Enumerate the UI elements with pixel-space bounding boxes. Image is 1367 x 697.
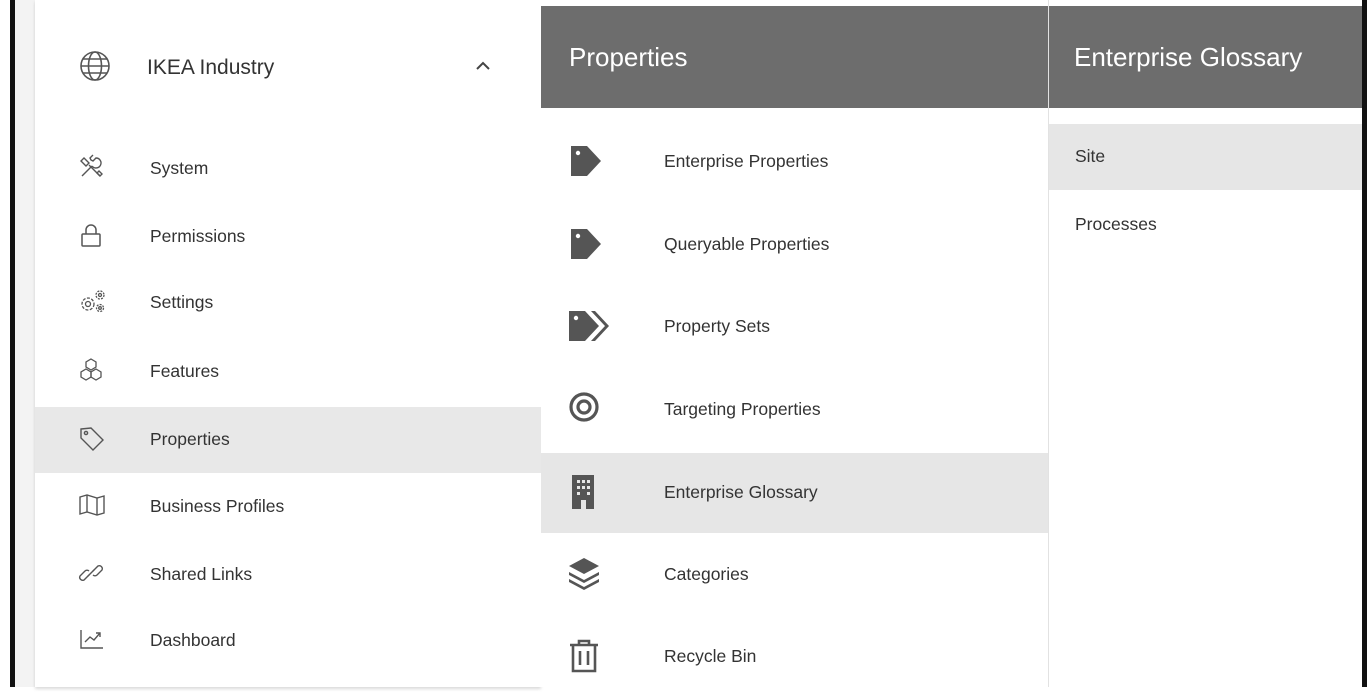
sidebar-item-label: Permissions [150,226,246,246]
chevron-up-icon[interactable] [473,58,493,77]
menu-item-label: Enterprise Properties [664,151,829,171]
menu-item-enterprise-glossary[interactable]: Enterprise Glossary [541,453,1048,533]
sidebar-item-label: System [150,158,209,178]
left-nav: IKEA Industry System Permissions Setting… [35,0,541,687]
tag-icon [567,142,605,180]
target-icon [567,390,605,428]
sidebar-item-label: Properties [150,429,230,449]
trash-icon [567,637,605,675]
glossary-item-site[interactable]: Site [1049,124,1367,190]
sidebar-item-label: Features [150,361,220,381]
menu-item-label: Property Sets [664,316,771,336]
tools-icon [78,154,104,180]
tag-outline-icon [78,425,104,451]
lock-icon [78,222,104,248]
trend-chart-icon [78,626,104,652]
sidebar-item-properties[interactable]: Properties [35,407,541,473]
menu-item-label: Queryable Properties [664,234,830,254]
window-border [1362,0,1367,687]
sidebar-item-label: Settings [150,292,214,312]
glossary-item-processes[interactable]: Processes [1049,190,1367,256]
menu-item-label: Targeting Properties [664,399,821,419]
window-gutter [15,0,35,687]
sidebar-item-business-profiles[interactable]: Business Profiles [35,474,541,540]
glossary-item-label: Site [1075,146,1106,166]
sidebar-item-label: Shared Links [150,564,253,584]
menu-item-label: Categories [664,564,749,584]
building-icon [567,473,605,511]
menu-item-categories[interactable]: Categories [541,535,1048,615]
sidebar-item-settings[interactable]: Settings [35,270,541,336]
window-left-margin [0,0,35,687]
sidebar-item-label: Dashboard [150,630,236,650]
menu-item-label: Enterprise Glossary [664,482,818,502]
gears-icon [78,288,105,314]
panel-title: Enterprise Glossary [1074,42,1303,72]
sidebar-item-system[interactable]: System [35,136,541,202]
menu-item-targeting-properties[interactable]: Targeting Properties [541,370,1048,450]
sidebar-item-label: Business Profiles [150,496,285,516]
panel-title: Properties [569,42,688,72]
properties-panel-header: Properties [541,6,1048,108]
menu-item-label: Recycle Bin [664,646,757,666]
globe-icon [78,49,112,88]
menu-item-recycle-bin[interactable]: Recycle Bin [541,617,1048,697]
sidebar-item-permissions[interactable]: Permissions [35,204,541,270]
properties-panel: Properties Enterprise Properties Queryab… [541,0,1049,687]
layers-icon [567,555,605,593]
menu-item-property-sets[interactable]: Property Sets [541,287,1048,367]
tag-icon [567,225,605,263]
glossary-item-label: Processes [1075,214,1157,234]
sidebar-item-dashboard[interactable]: Dashboard [35,608,541,674]
link-icon [78,560,104,586]
glossary-panel: Enterprise Glossary Site Processes [1049,0,1367,687]
map-icon [78,492,105,518]
glossary-panel-header: Enterprise Glossary [1049,6,1367,108]
tags-icon [567,307,609,345]
sidebar-item-shared-links[interactable]: Shared Links [35,542,541,608]
menu-item-queryable-properties[interactable]: Queryable Properties [541,205,1048,285]
sidebar-item-features[interactable]: Features [35,339,541,405]
org-name: IKEA Industry [147,56,275,79]
org-switcher[interactable]: IKEA Industry [35,26,541,110]
cubes-icon [78,357,104,383]
menu-item-enterprise-properties[interactable]: Enterprise Properties [541,122,1048,202]
